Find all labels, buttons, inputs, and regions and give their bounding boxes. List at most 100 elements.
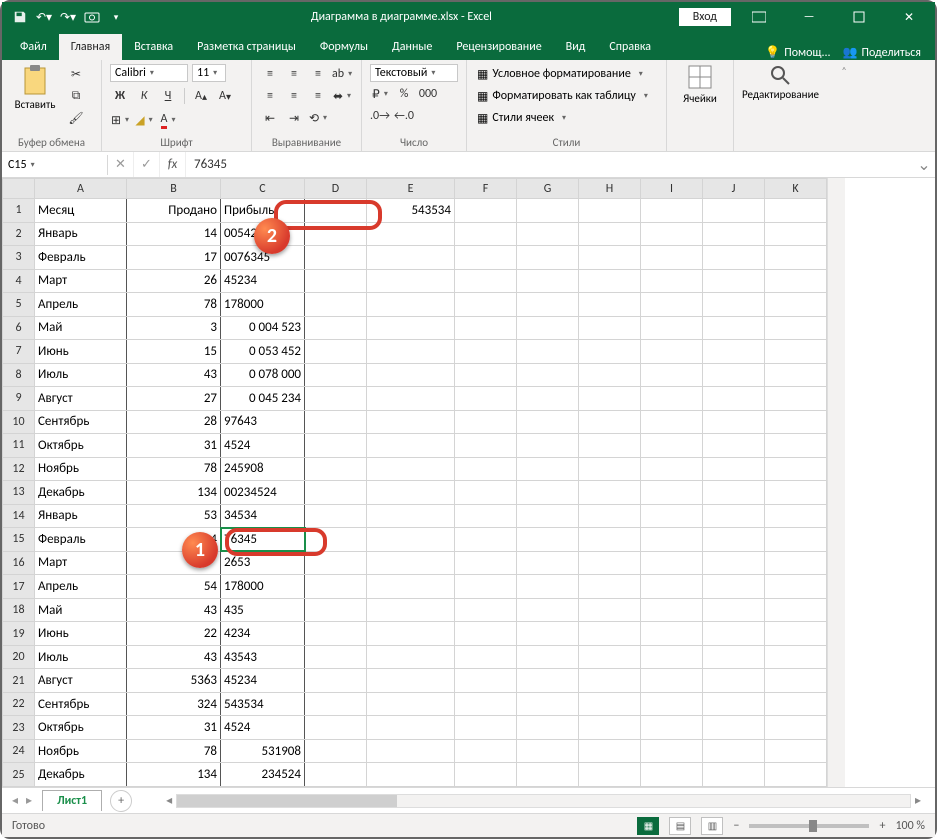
cut-icon[interactable]: ✂ (66, 64, 86, 84)
cell-B22[interactable]: 324 (127, 692, 221, 716)
cell-A21[interactable]: Август (35, 669, 127, 693)
cell-B13[interactable]: 134 (127, 481, 221, 505)
col-header-A[interactable]: A (35, 179, 127, 199)
cell-E24[interactable] (367, 739, 455, 763)
row-header-9[interactable]: 9 (3, 387, 35, 411)
col-header-B[interactable]: B (127, 179, 221, 199)
increase-decimal-icon[interactable]: .0→ (370, 106, 390, 126)
name-box[interactable]: C15 (2, 155, 108, 175)
cell-C8[interactable]: 0 078 000 (221, 363, 305, 387)
col-header-H[interactable]: H (579, 179, 641, 199)
cell-B11[interactable]: 31 (127, 434, 221, 458)
decrease-indent-icon[interactable]: ⇤ (260, 108, 280, 128)
vertical-scrollbar[interactable] (827, 178, 845, 787)
qat-more-icon[interactable]: ▾ (108, 7, 124, 27)
cell-C14[interactable]: 34534 (221, 504, 305, 528)
cell-B17[interactable]: 54 (127, 575, 221, 599)
cell-E9[interactable] (367, 387, 455, 411)
cell-E13[interactable] (367, 481, 455, 505)
cell-D20[interactable] (305, 645, 367, 669)
cell-A22[interactable]: Сентябрь (35, 692, 127, 716)
row-header-23[interactable]: 23 (3, 716, 35, 740)
add-sheet-icon[interactable]: + (110, 790, 132, 812)
login-button[interactable]: Вход (679, 8, 731, 26)
copy-icon[interactable]: ⧉ (66, 86, 86, 106)
cell-C22[interactable]: 543534 (221, 692, 305, 716)
cell-C7[interactable]: 0 053 452 (221, 340, 305, 364)
cell-D5[interactable] (305, 293, 367, 317)
cell-A9[interactable]: Август (35, 387, 127, 411)
fill-color-icon[interactable]: ◢ (134, 110, 154, 130)
normal-view-icon[interactable]: ▦ (637, 817, 659, 835)
align-top-icon[interactable]: ≡ (260, 64, 280, 84)
underline-button[interactable]: Ч (158, 86, 178, 106)
cell-E4[interactable] (367, 269, 455, 293)
cells-button[interactable]: Ячейки (675, 64, 725, 105)
zoom-in-icon[interactable]: + (879, 819, 885, 833)
cell-B14[interactable]: 53 (127, 504, 221, 528)
tab-data[interactable]: Данные (380, 34, 444, 60)
cell-D10[interactable] (305, 410, 367, 434)
row-header-25[interactable]: 25 (3, 763, 35, 787)
font-size-select[interactable]: 11 (192, 64, 226, 82)
cell-E5[interactable] (367, 293, 455, 317)
save-icon[interactable] (12, 7, 28, 27)
wrap-text-icon[interactable]: ab (332, 64, 352, 84)
cell-E21[interactable] (367, 669, 455, 693)
font-name-select[interactable]: Calibri (110, 64, 188, 82)
paste-button[interactable]: Вставить (10, 64, 60, 111)
col-header-G[interactable]: G (517, 179, 579, 199)
tab-file[interactable]: Файл (8, 34, 59, 60)
close-icon[interactable]: ✕ (887, 2, 931, 32)
next-sheet-icon[interactable]: ▸ (26, 793, 32, 808)
cell-E25[interactable] (367, 763, 455, 787)
row-header-22[interactable]: 22 (3, 692, 35, 716)
collapse-ribbon-icon[interactable]: ˄ (834, 60, 854, 151)
cell-A11[interactable]: Октябрь (35, 434, 127, 458)
cell-D13[interactable] (305, 481, 367, 505)
row-header-2[interactable]: 2 (3, 222, 35, 246)
italic-button[interactable]: К (134, 86, 154, 106)
merge-icon[interactable]: ⬌ (332, 86, 352, 106)
cell-B19[interactable]: 22 (127, 622, 221, 646)
select-all-corner[interactable] (3, 179, 35, 199)
cell-C10[interactable]: 97643 (221, 410, 305, 434)
cell-E16[interactable] (367, 551, 455, 575)
cell-A14[interactable]: Январь (35, 504, 127, 528)
align-right-icon[interactable]: ≡ (308, 86, 328, 106)
prev-sheet-icon[interactable]: ◂ (12, 793, 18, 808)
cell-D16[interactable] (305, 551, 367, 575)
col-header-K[interactable]: K (765, 179, 827, 199)
cell-A5[interactable]: Апрель (35, 293, 127, 317)
cell-B4[interactable]: 26 (127, 269, 221, 293)
col-header-I[interactable]: I (641, 179, 703, 199)
format-table-button[interactable]: ▦ Форматировать как таблицу (475, 86, 650, 106)
cell-A25[interactable]: Декабрь (35, 763, 127, 787)
cell-B9[interactable]: 27 (127, 387, 221, 411)
borders-icon[interactable]: ⊞ (110, 110, 130, 130)
row-header-15[interactable]: 15 (3, 528, 35, 552)
cell-E19[interactable] (367, 622, 455, 646)
col-header-D[interactable]: D (305, 179, 367, 199)
cell-C9[interactable]: 0 045 234 (221, 387, 305, 411)
cell-E8[interactable] (367, 363, 455, 387)
row-header-18[interactable]: 18 (3, 598, 35, 622)
cell-C15[interactable]: 76345 (221, 528, 305, 552)
cell-E12[interactable] (367, 457, 455, 481)
cell-D23[interactable] (305, 716, 367, 740)
cell-B20[interactable]: 43 (127, 645, 221, 669)
decrease-decimal-icon[interactable]: ←.0 (394, 106, 414, 126)
cell-D18[interactable] (305, 598, 367, 622)
cell-D9[interactable] (305, 387, 367, 411)
cell-B18[interactable]: 43 (127, 598, 221, 622)
row-header-17[interactable]: 17 (3, 575, 35, 599)
col-header-J[interactable]: J (703, 179, 765, 199)
cell-E7[interactable] (367, 340, 455, 364)
cell-B1[interactable]: Продано (127, 199, 221, 223)
row-header-5[interactable]: 5 (3, 293, 35, 317)
row-header-21[interactable]: 21 (3, 669, 35, 693)
format-painter-icon[interactable]: 🖌 (66, 108, 86, 128)
maximize-icon[interactable] (837, 2, 881, 32)
expand-formula-icon[interactable]: ⌄ (913, 155, 935, 175)
cell-D8[interactable] (305, 363, 367, 387)
